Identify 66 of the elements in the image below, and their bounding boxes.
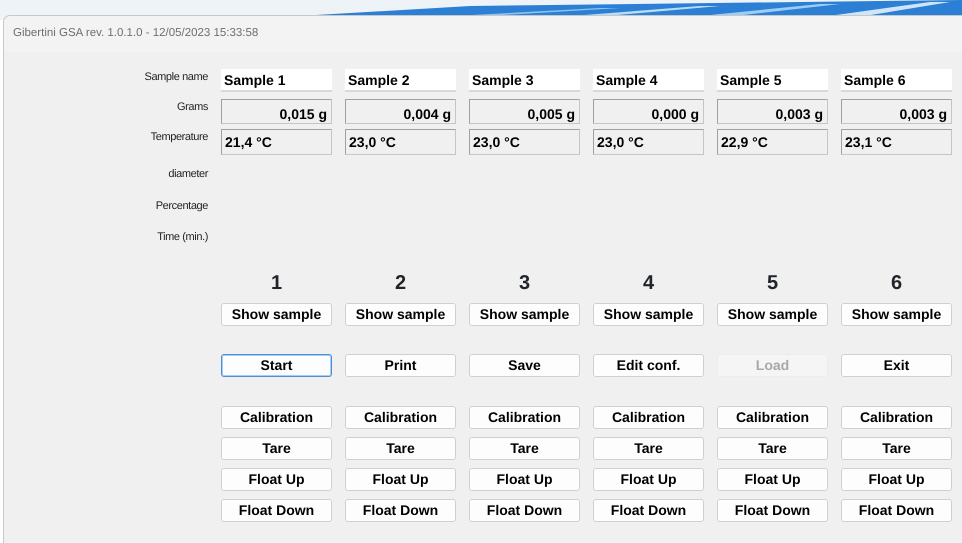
sample-number: 4 — [642, 270, 654, 296]
control-button[interactable]: Float Up — [221, 468, 332, 490]
window-title: Gibertini GSA rev. 1.0.1.0 - 12/05/2023 15:33:58 — [13, 26, 258, 42]
control-button[interactable]: Float Down — [593, 498, 704, 522]
sample-number: 3 — [518, 270, 530, 296]
control-button[interactable]: Float Up — [593, 468, 704, 490]
action-button[interactable]: Edit conf. — [593, 354, 704, 376]
control-button[interactable]: Calibration — [221, 406, 332, 428]
grams-field: 0,000 g — [593, 99, 704, 124]
temperature-field: 23,0 °C — [469, 129, 580, 155]
sample-number: 1 — [270, 270, 282, 296]
grams-field: 0,005 g — [469, 99, 580, 124]
show-sample-button[interactable]: Show sample — [221, 302, 332, 326]
temperature-field: 23,0 °C — [593, 129, 704, 155]
sample-number: 6 — [890, 270, 902, 296]
control-button[interactable]: Tare — [841, 436, 952, 460]
control-button[interactable]: Calibration — [841, 406, 952, 428]
show-sample-button[interactable]: Show sample — [345, 302, 456, 326]
control-button[interactable]: Tare — [221, 436, 332, 460]
control-button[interactable]: Calibration — [593, 406, 704, 428]
control-button[interactable]: Float Down — [469, 498, 580, 522]
control-button[interactable]: Tare — [717, 436, 828, 460]
temperature-field: 23,0 °C — [345, 129, 456, 155]
sample-name-field[interactable]: Sample 5 — [717, 69, 828, 92]
grams-field: 0,003 g — [717, 99, 828, 124]
action-button[interactable]: Save — [469, 354, 580, 376]
grams-field: 0,015 g — [221, 99, 332, 124]
sample-name-field[interactable]: Sample 2 — [345, 69, 456, 92]
temperature-field: 23,1 °C — [841, 129, 952, 155]
grams-field: 0,004 g — [345, 99, 456, 124]
sample-number: 5 — [766, 270, 778, 296]
sample-name-field[interactable]: Sample 3 — [469, 69, 580, 92]
control-button[interactable]: Calibration — [717, 406, 828, 428]
row-label: Percentage — [156, 198, 208, 214]
control-button[interactable]: Float Down — [221, 498, 332, 522]
row-label: Grams — [176, 100, 208, 115]
grams-field: 0,003 g — [841, 99, 952, 124]
row-label: diameter — [168, 167, 208, 182]
control-button[interactable]: Float Down — [841, 498, 952, 522]
control-button[interactable]: Float Down — [345, 498, 456, 522]
sample-name-field[interactable]: Sample 6 — [841, 69, 952, 92]
control-button[interactable]: Tare — [345, 436, 456, 460]
row-label: Temperature — [150, 130, 208, 145]
show-sample-button[interactable]: Show sample — [469, 302, 580, 326]
row-label: Sample name — [144, 70, 208, 85]
sample-name-field[interactable]: Sample 4 — [593, 69, 704, 92]
show-sample-button[interactable]: Show sample — [593, 302, 704, 326]
sample-name-field[interactable]: Sample 1 — [221, 69, 332, 92]
temperature-field: 21,4 °C — [221, 129, 332, 155]
control-button[interactable]: Calibration — [469, 406, 580, 428]
row-label: Time (min.) — [157, 230, 208, 245]
control-button[interactable]: Float Up — [345, 468, 456, 490]
temperature-field: 22,9 °C — [717, 129, 828, 155]
control-button[interactable]: Float Up — [717, 468, 828, 490]
action-button[interactable]: Start — [221, 354, 332, 376]
show-sample-button[interactable]: Show sample — [717, 302, 828, 326]
action-button[interactable]: Exit — [841, 354, 952, 376]
show-sample-button[interactable]: Show sample — [841, 302, 952, 326]
action-button[interactable]: Print — [345, 354, 456, 376]
control-button[interactable]: Calibration — [345, 406, 456, 428]
sample-number: 2 — [394, 270, 406, 296]
control-button[interactable]: Tare — [469, 436, 580, 460]
control-button[interactable]: Tare — [593, 436, 704, 460]
control-button[interactable]: Float Up — [469, 468, 580, 490]
control-button[interactable]: Float Down — [717, 498, 828, 522]
control-button[interactable]: Float Up — [841, 468, 952, 490]
